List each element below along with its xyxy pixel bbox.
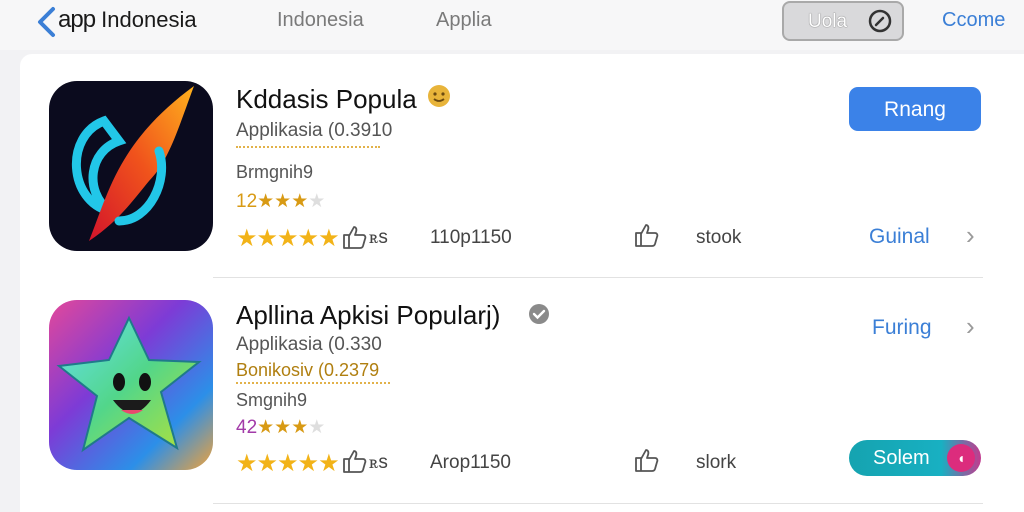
rating-count: 12★★★★ (236, 190, 325, 213)
dotted-divider (236, 382, 390, 384)
rating-label: 12 (236, 191, 258, 212)
comment-link[interactable]: Ccome (942, 9, 1005, 32)
brand-app-label: app (58, 6, 96, 33)
rating-empty-star: ★ (308, 191, 326, 212)
app-title[interactable]: Kddasis Popula (236, 84, 417, 115)
app-developer: Bonikosiv (0.2379 (236, 360, 380, 380)
app-title[interactable]: Apllina Apkisi Popularj) (236, 300, 500, 331)
pill-label: Uola (808, 11, 848, 32)
detail-link[interactable]: Furing (872, 316, 932, 340)
app-icon-star-mascot[interactable] (49, 300, 213, 470)
brand-country-label: Indonesia (101, 7, 197, 32)
brand-title[interactable]: app Indonesia (58, 6, 197, 34)
app-subtitle: Applikasia (0.3910 (236, 120, 393, 141)
star-rating: ★★★★★ (236, 450, 340, 477)
rating-empty-star: ★ (308, 417, 326, 438)
detail-link[interactable]: Guinal (869, 225, 930, 249)
rating-stars-small: ★★★ (257, 191, 309, 212)
thumbs-up-icon[interactable] (633, 447, 661, 473)
app-icon-flame[interactable] (49, 81, 213, 251)
thumbs-up-icon[interactable] (633, 222, 661, 248)
open-toggle-button[interactable]: Solem ◖ (849, 440, 981, 476)
nav-item-indonesia[interactable]: Indonesia (277, 9, 364, 32)
back-chevron-icon[interactable] (34, 6, 60, 38)
thumbs-up-icon[interactable] (341, 224, 369, 250)
dotted-divider (236, 146, 380, 148)
app-subtitle: Applikasia (0.330 (236, 334, 382, 355)
stock-label: slork (696, 452, 737, 473)
likes-count: ꭱs (369, 452, 388, 473)
get-button[interactable]: Rnang (849, 87, 981, 131)
row-divider (213, 277, 983, 278)
nav-item-applia[interactable]: Applia (436, 9, 492, 32)
search-pill-button[interactable]: Uola (782, 1, 904, 41)
rating-count: 42★★★★ (236, 416, 325, 439)
toggle-knob-icon: ◖ (947, 444, 975, 472)
likes-count: ꭱs (369, 227, 388, 248)
app-developer: Brmgnih9 (236, 162, 314, 182)
chevron-right-icon[interactable]: › (966, 220, 975, 251)
star-rating: ★★★★★ (236, 225, 340, 252)
downloads-count: 110p1150 (430, 227, 512, 248)
emoji-badge-icon (428, 85, 450, 107)
verified-badge-icon (529, 304, 549, 324)
thumbs-up-icon[interactable] (341, 448, 369, 474)
row-divider (213, 503, 983, 504)
app-developer-secondary: Smgnih9 (236, 390, 308, 410)
star-mascot-icon (56, 315, 202, 453)
top-bar: app Indonesia Indonesia Applia Uola Ccom… (0, 0, 1024, 50)
downloads-count: Arop1150 (430, 452, 511, 473)
flame-swirl-icon (71, 86, 194, 241)
stock-label: stook (696, 227, 742, 248)
compass-icon (868, 9, 892, 33)
rating-label: 42 (236, 417, 258, 438)
open-button-label: Solem (873, 447, 930, 469)
chevron-right-icon[interactable]: › (966, 311, 975, 342)
rating-stars-small: ★★★ (257, 417, 309, 438)
